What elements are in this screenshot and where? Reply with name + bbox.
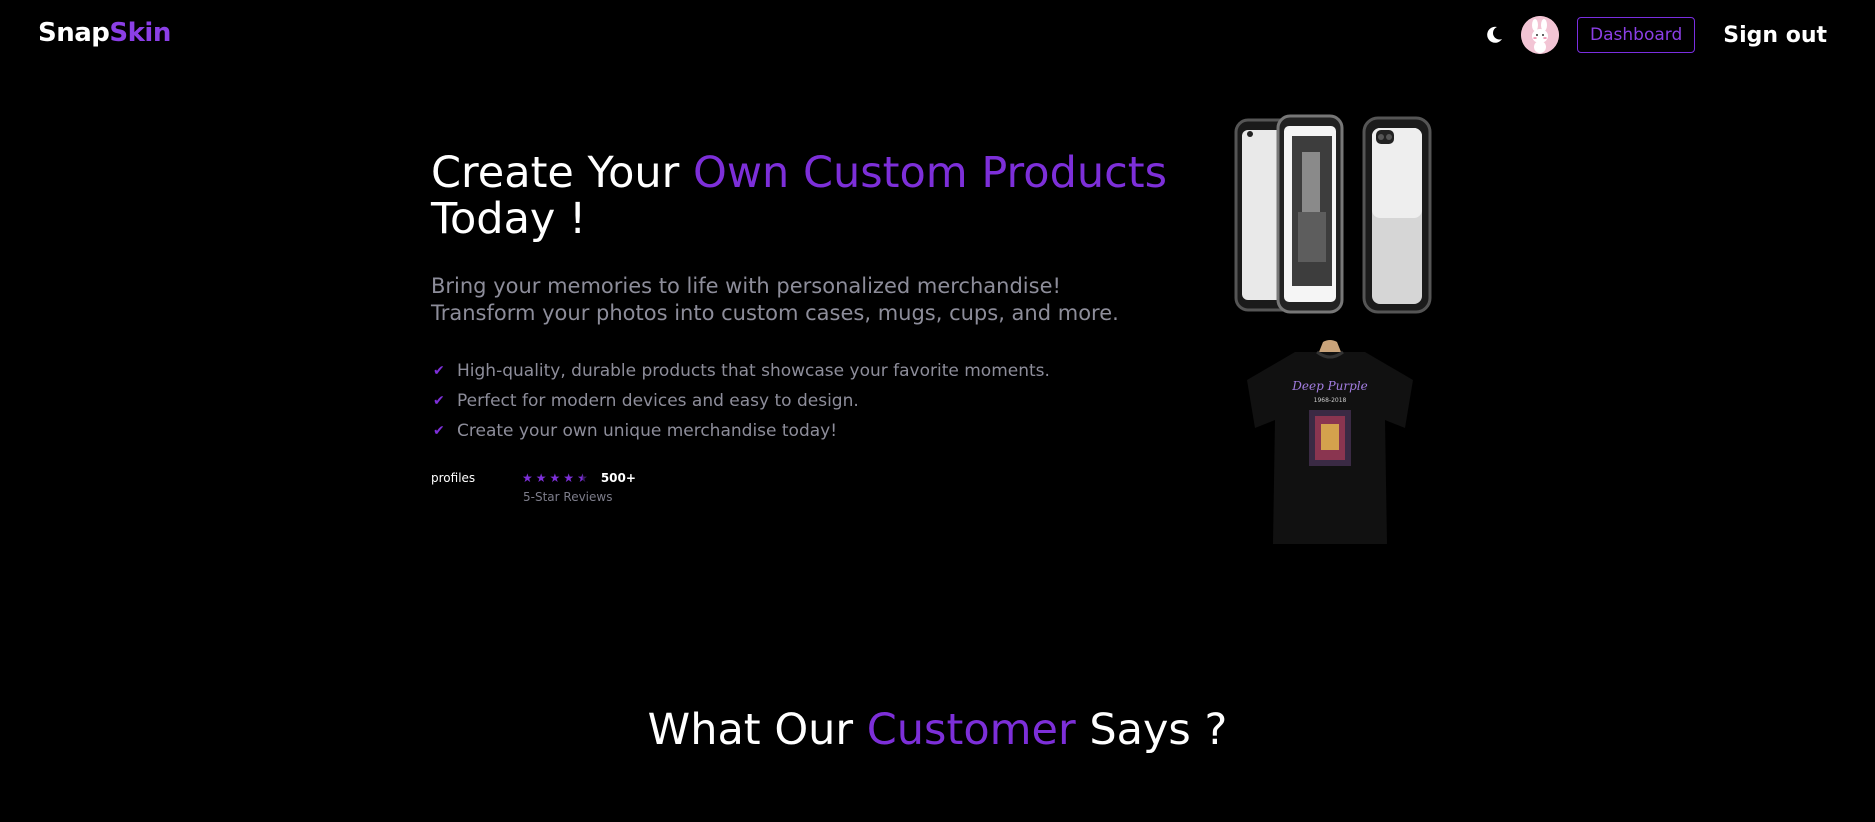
- feature-list: ✔ High-quality, durable products that sho…: [433, 356, 1050, 446]
- check-icon: ✔: [433, 363, 445, 379]
- signout-link[interactable]: Sign out: [1723, 23, 1827, 48]
- half-star-icon: ★: [577, 471, 588, 485]
- avatar[interactable]: [1521, 16, 1560, 54]
- star-icon: ★: [549, 471, 561, 485]
- profiles-alt-text: profiles: [431, 471, 476, 485]
- logo-text-skin: Skin: [109, 18, 171, 48]
- review-label: 5-Star Reviews: [523, 490, 613, 504]
- testimonials-title-part1: What Our: [647, 705, 867, 755]
- hero-subtitle: Bring your memories to life with persona…: [431, 273, 1151, 327]
- feature-text: Create your own unique merchandise today…: [457, 421, 838, 441]
- hero-title-part2: Today !: [431, 194, 587, 244]
- hero-subtitle-line1: Bring your memories to life with persona…: [431, 274, 1061, 298]
- testimonials-title-accent: Customer: [866, 705, 1076, 755]
- feature-item: ✔ Perfect for modern devices and easy to …: [433, 386, 1050, 416]
- shirt-years: 1968-2018: [1314, 397, 1347, 404]
- rating-stars: ★ ★ ★ ★ ★ 500+: [522, 471, 636, 485]
- dashboard-button[interactable]: Dashboard: [1577, 17, 1696, 53]
- moon-icon[interactable]: [1483, 24, 1505, 46]
- brand-logo[interactable]: SnapSkin: [38, 18, 171, 48]
- feature-text: High-quality, durable products that show…: [457, 361, 1050, 381]
- feature-text: Perfect for modern devices and easy to d…: [457, 391, 859, 411]
- star-icon: ★: [535, 471, 547, 485]
- hero-title-accent: Own Custom Products: [693, 148, 1168, 198]
- star-icon: ★: [522, 471, 533, 485]
- testimonials-title-part2: Says ?: [1075, 705, 1228, 755]
- tshirt-image: Deep Purple 1968-2018: [1245, 340, 1415, 554]
- shirt-text: Deep Purple: [1291, 379, 1367, 393]
- logo-text-snap: Snap: [38, 18, 110, 48]
- feature-item: ✔ Create your own unique merchandise toda…: [433, 416, 1050, 446]
- phone-case-image: [1230, 112, 1434, 324]
- check-icon: ✔: [433, 423, 445, 439]
- hero-title: Create Your Own Custom Products Today !: [431, 150, 1191, 242]
- star-icon: ★: [563, 471, 575, 485]
- check-icon: ✔: [433, 393, 445, 409]
- testimonials-title: What Our Customer Says ?: [0, 705, 1875, 755]
- profiles-image: profiles: [431, 471, 475, 485]
- feature-item: ✔ High-quality, durable products that sho…: [433, 356, 1050, 386]
- hero-title-part1: Create Your: [431, 148, 694, 198]
- nav-actions: Dashboard Sign out: [1483, 15, 1827, 55]
- review-count: 500+: [600, 471, 636, 485]
- hero-subtitle-line2: Transform your photos into custom cases,…: [431, 301, 1119, 325]
